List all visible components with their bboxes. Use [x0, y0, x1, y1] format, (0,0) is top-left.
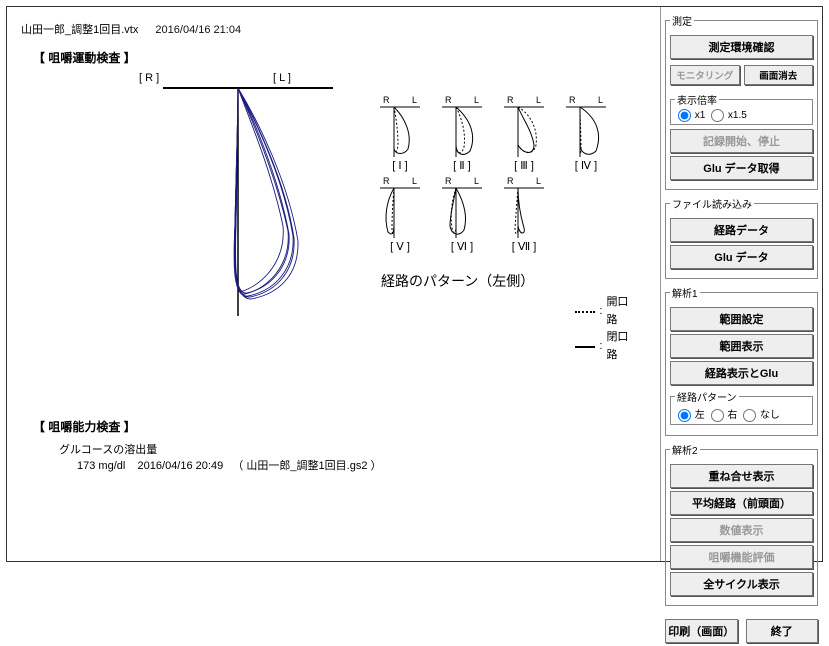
- magnify-group: 表示倍率 x1 x1.5: [670, 92, 813, 125]
- side-panel: 測定 測定環境確認 モニタリング 画面消去 表示倍率 x1 x1.5 記録開始、…: [660, 7, 822, 561]
- pattern-3: RL [ Ⅲ ]: [501, 95, 547, 172]
- route-glu-button[interactable]: 経路表示とGlu: [670, 361, 813, 385]
- pattern-right-radio[interactable]: 右: [708, 410, 738, 421]
- glucose-file: （ 山田一郎_調整1回目.gs2 ）: [232, 460, 381, 472]
- record-button[interactable]: 記録開始、停止: [670, 129, 813, 153]
- load-glu-button[interactable]: Glu データ: [670, 245, 813, 269]
- group-analysis2: 解析2 重ね合せ表示 平均経路（前頭面） 数値表示 咀嚼機能評価 全サイクル表示: [665, 442, 818, 606]
- monitoring-button[interactable]: モニタリング: [670, 65, 740, 85]
- pattern-left-radio[interactable]: 左: [675, 410, 705, 421]
- load-route-button[interactable]: 経路データ: [670, 218, 813, 242]
- glucose-value: 173 mg/dl: [77, 460, 125, 472]
- pattern-legend: : 開口路 : 閉口路: [575, 294, 637, 364]
- file-name: 山田一郎_調整1回目.vtx: [21, 24, 138, 36]
- env-check-button[interactable]: 測定環境確認: [670, 35, 813, 59]
- mag-x15-radio[interactable]: x1.5: [708, 110, 747, 121]
- pattern-5: RL [ Ⅴ ]: [377, 176, 423, 253]
- mag-x1-radio[interactable]: x1: [675, 110, 705, 121]
- clear-screen-button[interactable]: 画面消去: [744, 65, 814, 85]
- pattern-none-radio[interactable]: なし: [740, 410, 780, 421]
- axis-label-l: [ L ]: [273, 72, 291, 84]
- pattern-6: RL [ Ⅵ ]: [439, 176, 485, 253]
- group-measure: 測定 測定環境確認 モニタリング 画面消去 表示倍率 x1 x1.5 記録開始、…: [665, 13, 818, 190]
- range-show-button[interactable]: 範囲表示: [670, 334, 813, 358]
- trace-plot: [163, 86, 333, 316]
- pattern-2: RL [ Ⅱ ]: [439, 95, 485, 172]
- file-timestamp: 2016/04/16 21:04: [155, 24, 241, 36]
- pattern-4: RL [ Ⅳ ]: [563, 95, 609, 172]
- glucose-block: グルコースの溶出量 173 mg/dl 2016/04/16 20:49 （ 山…: [59, 441, 648, 473]
- pattern-7: RL [ Ⅶ ]: [501, 176, 547, 253]
- all-cycles-button[interactable]: 全サイクル表示: [670, 572, 813, 596]
- overlay-button[interactable]: 重ね合せ表示: [670, 464, 813, 488]
- glu-acquire-button[interactable]: Glu データ取得: [670, 156, 813, 180]
- avg-route-button[interactable]: 平均経路（前頭面）: [670, 491, 813, 515]
- range-set-button[interactable]: 範囲設定: [670, 307, 813, 331]
- section2-title: 【 咀嚼能力検査 】: [33, 418, 648, 435]
- pattern-reference: RL [ Ⅰ ] RL [ Ⅱ ] RL [ Ⅲ ] RL [: [377, 95, 637, 291]
- route-pattern-group: 経路パターン 左 右 なし: [670, 389, 813, 425]
- pattern-caption: 経路のパターン（左側）: [381, 271, 637, 291]
- section1-title: 【 咀嚼運動検査 】: [33, 49, 648, 66]
- pattern-1: RL [ Ⅰ ]: [377, 95, 423, 172]
- mastication-eval-button[interactable]: 咀嚼機能評価: [670, 545, 813, 569]
- exit-button[interactable]: 終了: [746, 619, 819, 643]
- axis-label-r: [ R ]: [139, 72, 159, 84]
- file-info: 山田一郎_調整1回目.vtx 2016/04/16 21:04: [21, 21, 648, 37]
- group-fileload: ファイル読み込み 経路データ Glu データ: [665, 196, 818, 279]
- main-panel: 山田一郎_調整1回目.vtx 2016/04/16 21:04 【 咀嚼運動検査…: [7, 7, 660, 561]
- group-analysis1: 解析1 範囲設定 範囲表示 経路表示とGlu 経路パターン 左 右 なし: [665, 285, 818, 436]
- print-button[interactable]: 印刷（画面）: [665, 619, 738, 643]
- numeric-button[interactable]: 数値表示: [670, 518, 813, 542]
- glucose-label: グルコースの溶出量: [59, 441, 648, 457]
- glucose-timestamp: 2016/04/16 20:49: [138, 460, 224, 472]
